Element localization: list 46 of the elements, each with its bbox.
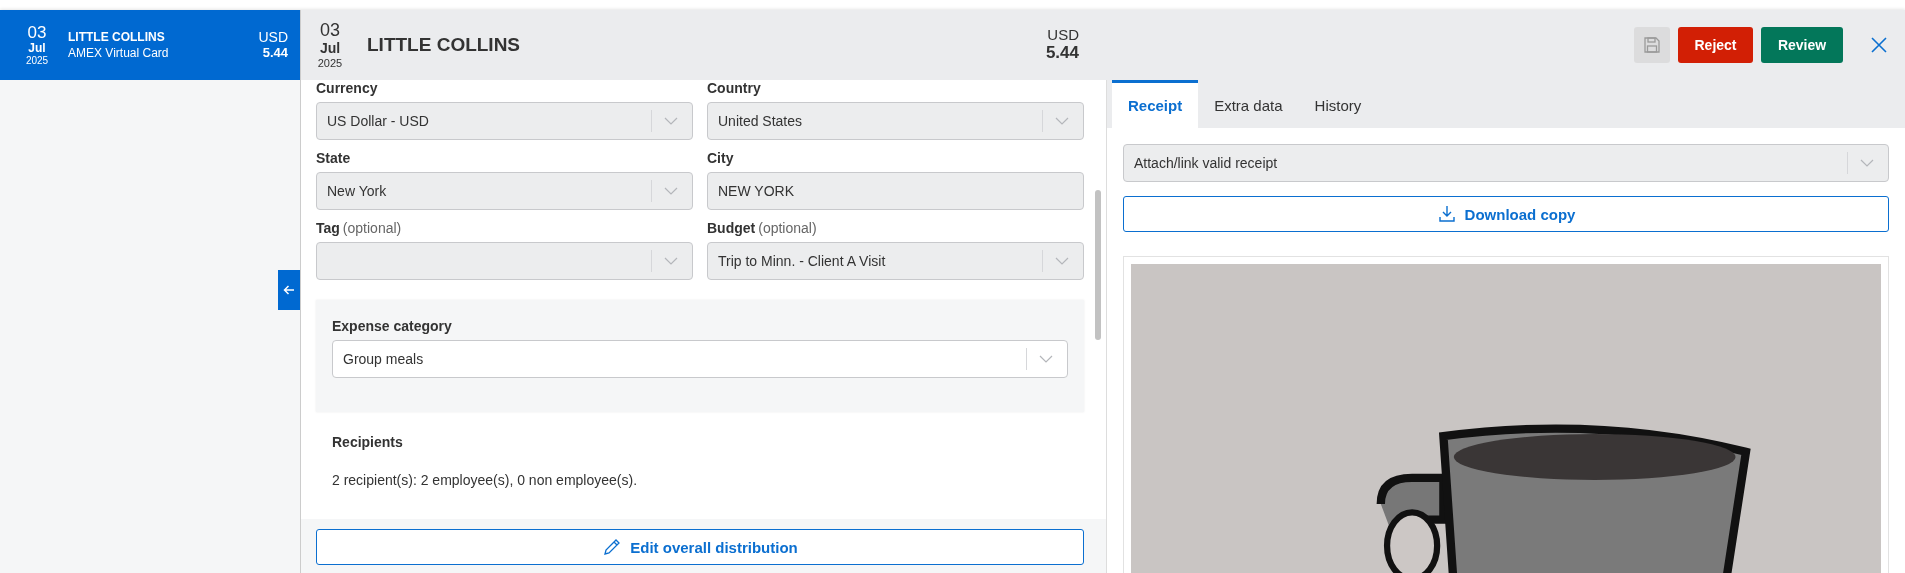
download-button[interactable]: Download copy <box>1123 196 1889 232</box>
reject-button[interactable]: Reject <box>1678 27 1753 63</box>
field-label: Budget <box>707 220 756 236</box>
day-text: 03 <box>320 21 340 42</box>
field-label: City <box>707 150 734 166</box>
select-field[interactable]: Group meals <box>332 340 1068 378</box>
currency-text: USD <box>258 30 288 46</box>
chevron-down-icon <box>1055 257 1069 265</box>
tab[interactable]: Extra data <box>1198 80 1299 128</box>
chevron-down-icon <box>664 257 678 265</box>
review-button[interactable]: Review <box>1761 27 1843 63</box>
year-text: 2025 <box>317 56 343 69</box>
tab[interactable]: Receipt <box>1112 80 1199 128</box>
optional-hint: (optional) <box>758 220 817 236</box>
recipients-summary: 2 recipient(s): 2 employee(s), 0 non employee(s). <box>332 472 639 488</box>
download-icon <box>1436 204 1457 224</box>
field-label: Tag <box>316 220 340 236</box>
field-label: Expense category <box>332 318 453 334</box>
field-label: Currency <box>316 80 378 96</box>
currency-text: USD <box>1047 27 1079 44</box>
chevron-down-icon <box>664 187 678 195</box>
month-text: Jul <box>28 42 46 56</box>
expense-list-item[interactable]: 03 Jul 2025 LITTLE COLLINS AMEX Virtual Card USD 5.44 <box>0 10 300 80</box>
chevron-down-icon <box>664 117 678 125</box>
section-title: Recipients <box>332 434 404 450</box>
day-text: 03 <box>27 23 47 43</box>
field-label: Country <box>707 80 761 96</box>
field-label: State <box>316 150 351 166</box>
amount-text: 5.44 <box>262 45 288 60</box>
optional-hint: (optional) <box>342 220 402 236</box>
close-button[interactable] <box>1871 37 1887 53</box>
merchant-title: LITTLE COLLINS <box>367 34 522 56</box>
scrollbar[interactable] <box>1095 190 1101 340</box>
edit-distribution-button[interactable]: Edit overall distribution <box>316 529 1084 565</box>
payment-card-text: AMEX Virtual Card <box>68 46 170 60</box>
month-text: Jul <box>319 41 341 57</box>
chevron-down-icon <box>1039 355 1053 363</box>
chevron-down-icon <box>1055 117 1069 125</box>
collapse-sidebar-button[interactable] <box>278 270 300 310</box>
chevron-down-icon <box>1860 159 1874 167</box>
amount-text: 5.44 <box>1045 43 1079 63</box>
year-text: 2025 <box>25 55 49 67</box>
merchant-name: LITTLE COLLINS <box>68 30 166 44</box>
left-arrow-icon <box>283 284 295 296</box>
tab[interactable]: History <box>1298 80 1378 128</box>
close-icon <box>1871 37 1887 53</box>
